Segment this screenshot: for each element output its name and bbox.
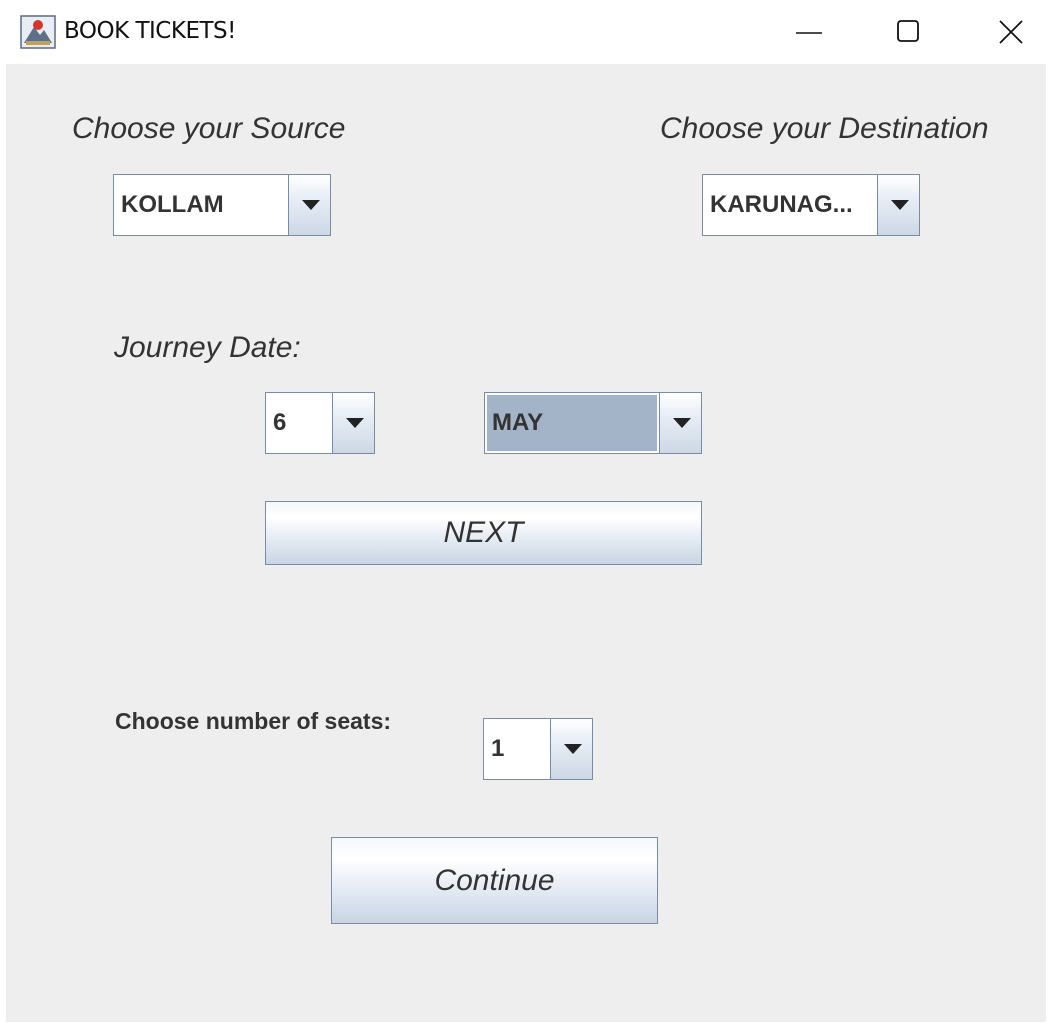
title-bar[interactable]: BOOK TICKETS! <box>0 0 1052 64</box>
chevron-down-icon <box>673 418 691 428</box>
destination-selected-value: KARUNAG... <box>710 191 853 218</box>
maximize-icon <box>897 20 919 42</box>
destination-label: Choose your Destination <box>660 112 989 145</box>
minimize-icon <box>796 32 822 34</box>
destination-combobox[interactable]: KARUNAG... <box>702 174 920 236</box>
source-label: Choose your Source <box>72 112 346 145</box>
journey-date-label: Journey Date: <box>114 331 301 364</box>
continue-button[interactable]: Continue <box>331 837 658 924</box>
minimize-button[interactable] <box>764 6 854 58</box>
day-combobox[interactable]: 6 <box>265 392 375 454</box>
source-dropdown-button[interactable] <box>288 175 330 235</box>
month-combobox[interactable]: MAY <box>484 392 702 454</box>
destination-dropdown-button[interactable] <box>877 175 919 235</box>
close-icon <box>999 20 1023 44</box>
seats-combobox[interactable]: 1 <box>483 718 593 780</box>
seats-dropdown-button[interactable] <box>550 719 592 779</box>
close-button[interactable] <box>966 6 1052 58</box>
java-app-icon <box>20 15 56 49</box>
chevron-down-icon <box>346 418 364 428</box>
chevron-down-icon <box>564 744 582 754</box>
day-selected-value: 6 <box>273 409 287 436</box>
seats-label: Choose number of seats: <box>115 708 392 734</box>
source-selected-value: KOLLAM <box>121 191 224 218</box>
chevron-down-icon <box>302 200 320 210</box>
month-selected-value: MAY <box>492 409 544 436</box>
seats-selected-value: 1 <box>491 735 505 762</box>
app-window: BOOK TICKETS! Choose your Source KOLLAM <box>0 0 1052 1027</box>
maximize-button[interactable] <box>864 6 954 58</box>
window-title: BOOK TICKETS! <box>64 18 236 44</box>
chevron-down-icon <box>891 200 909 210</box>
source-combobox[interactable]: KOLLAM <box>113 174 331 236</box>
next-button[interactable]: NEXT <box>265 501 702 565</box>
day-dropdown-button[interactable] <box>332 393 374 453</box>
content-panel: Choose your Source KOLLAM Choose your De… <box>6 64 1046 1022</box>
month-dropdown-button[interactable] <box>659 393 701 453</box>
